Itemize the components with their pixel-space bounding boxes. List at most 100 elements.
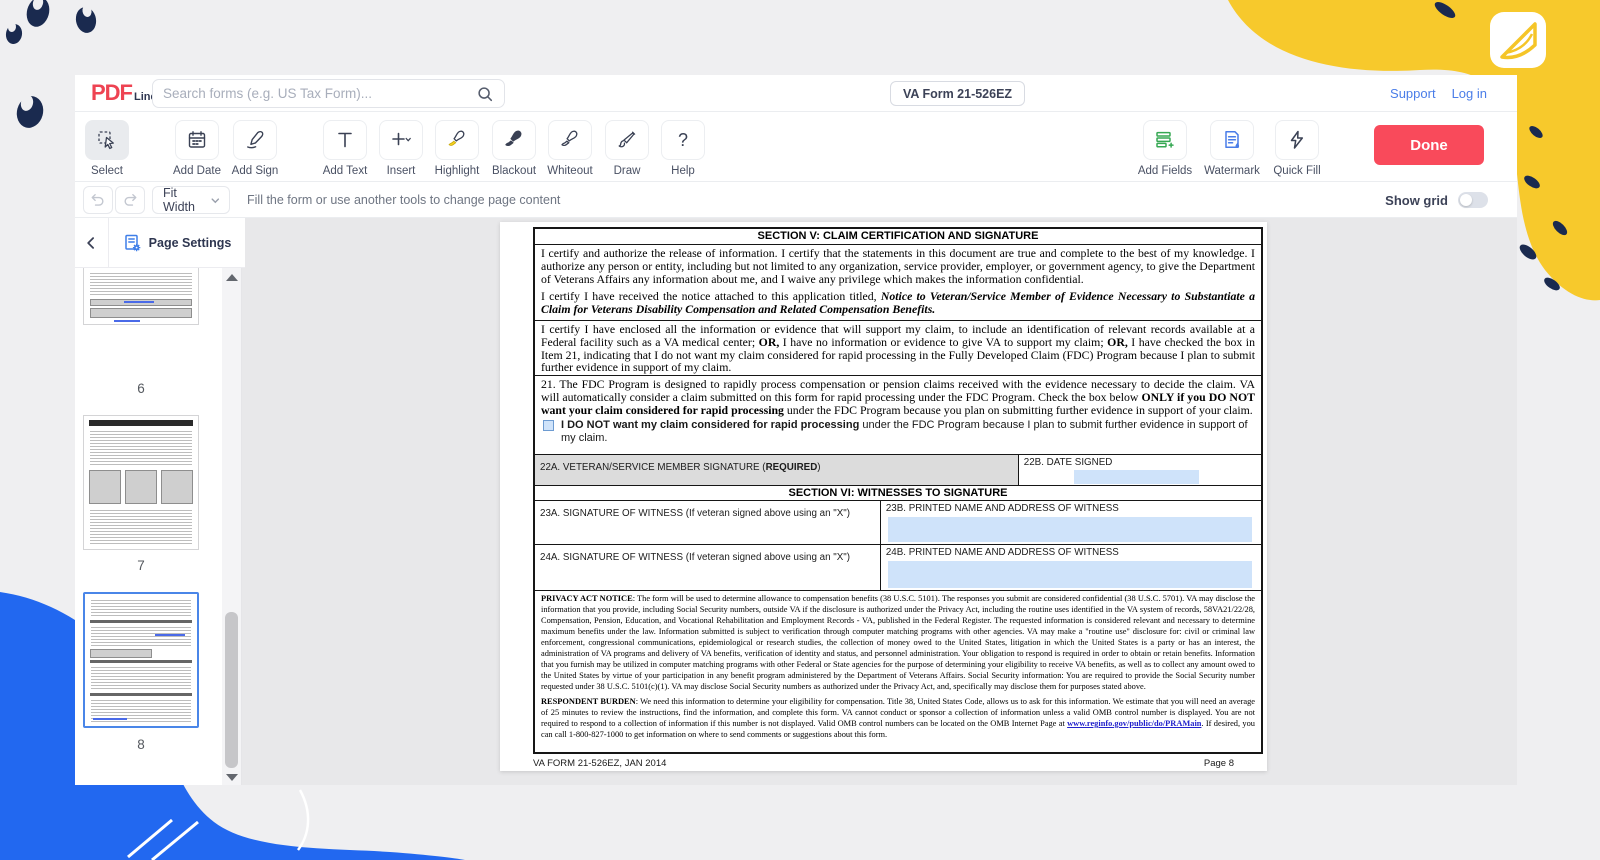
lightning-icon bbox=[1275, 120, 1319, 160]
tool-label: Add Date bbox=[173, 165, 221, 177]
show-grid-control: Show grid bbox=[1385, 182, 1488, 218]
tool-label: Select bbox=[91, 165, 123, 177]
va-form-table: SECTION V: CLAIM CERTIFICATION AND SIGNA… bbox=[533, 227, 1263, 754]
section-v-header: SECTION V: CLAIM CERTIFICATION AND SIGNA… bbox=[535, 229, 1261, 244]
scroll-down-arrow[interactable] bbox=[226, 774, 238, 781]
page-settings-label: Page Settings bbox=[149, 236, 232, 250]
zoom-mode-dropdown[interactable]: Fit Width bbox=[152, 186, 230, 214]
search-form bbox=[152, 79, 505, 108]
tool-add-text[interactable]: Add Text bbox=[317, 120, 373, 177]
sidebar-scrollbar[interactable] bbox=[222, 268, 242, 785]
tool-help[interactable]: ? Help bbox=[655, 120, 711, 177]
collapse-sidebar-button[interactable] bbox=[77, 228, 105, 258]
tool-highlight[interactable]: Highlight bbox=[429, 120, 485, 177]
tool-label: Draw bbox=[614, 165, 641, 177]
tool-add-fields[interactable]: Add Fields bbox=[1134, 120, 1196, 177]
fdc-opt-out-checkbox[interactable] bbox=[543, 420, 554, 431]
tool-insert[interactable]: Insert bbox=[373, 120, 429, 177]
tool-quick-fill[interactable]: Quick Fill bbox=[1266, 120, 1328, 177]
blackout-brush-icon bbox=[492, 120, 536, 160]
tool-label: Blackout bbox=[492, 165, 536, 177]
undo-button[interactable] bbox=[83, 186, 113, 214]
page-settings-tab[interactable]: Page Settings bbox=[108, 218, 245, 268]
brand-corner-icon bbox=[1490, 12, 1546, 68]
page-thumbnail-8[interactable] bbox=[83, 592, 199, 728]
done-button[interactable]: Done bbox=[1374, 125, 1484, 165]
scrollbar-thumb[interactable] bbox=[225, 612, 238, 768]
tool-draw[interactable]: Draw bbox=[599, 120, 655, 177]
tool-blackout[interactable]: Blackout bbox=[486, 120, 542, 177]
content-area: Page Settings 6 7 bbox=[75, 218, 1517, 785]
toggle-knob bbox=[1460, 194, 1472, 206]
witness-row-24: 24A. SIGNATURE OF WITNESS (If veteran si… bbox=[535, 544, 1261, 590]
page-thumbnail-7[interactable] bbox=[83, 415, 199, 550]
tool-select[interactable]: Select bbox=[79, 120, 135, 177]
page-number-6: 6 bbox=[75, 381, 207, 396]
highlight-brush-icon bbox=[435, 120, 479, 160]
pen-sign-icon bbox=[233, 120, 277, 160]
form-number-footer: VA FORM 21-526EZ, JAN 2014 bbox=[533, 758, 666, 769]
text-icon bbox=[323, 120, 367, 160]
tool-watermark[interactable]: Watermark bbox=[1201, 120, 1263, 177]
date-signed-cell: 22B. DATE SIGNED bbox=[1018, 455, 1261, 485]
fdc-opt-out-row: I DO NOT want my claim considered for ra… bbox=[541, 419, 1255, 445]
show-grid-toggle[interactable] bbox=[1458, 192, 1488, 208]
signature-row: 22A. VETERAN/SERVICE MEMBER SIGNATURE (R… bbox=[535, 454, 1261, 485]
page-settings-icon bbox=[123, 234, 142, 253]
tool-label: Watermark bbox=[1204, 165, 1260, 177]
section-vi-header: SECTION VI: WITNESSES TO SIGNATURE bbox=[535, 485, 1261, 500]
chevron-down-icon bbox=[210, 195, 221, 206]
pramain-link[interactable]: www.reginfo.gov/public/do/PRAMain bbox=[1067, 719, 1201, 728]
tool-label: Add Sign bbox=[232, 165, 279, 177]
show-grid-label: Show grid bbox=[1385, 193, 1448, 208]
tool-add-date[interactable]: Add Date bbox=[168, 120, 226, 177]
privacy-act-cell: PRIVACY ACT NOTICE: The form will be use… bbox=[535, 590, 1261, 752]
toolbar-hint-text: Fill the form or use another tools to ch… bbox=[247, 182, 560, 218]
page-thumbnails-panel: 6 7 8 bbox=[75, 268, 222, 785]
search-input[interactable] bbox=[153, 86, 476, 101]
draw-brush-icon bbox=[605, 120, 649, 160]
witness-23b-cell: 23B. PRINTED NAME AND ADDRESS OF WITNESS bbox=[880, 501, 1261, 544]
tool-label: Quick Fill bbox=[1273, 165, 1320, 177]
pdfliner-logo[interactable]: PDF Liner bbox=[91, 80, 161, 106]
watermark-icon bbox=[1210, 120, 1254, 160]
document-page: SECTION V: CLAIM CERTIFICATION AND SIGNA… bbox=[500, 222, 1267, 771]
scroll-up-arrow[interactable] bbox=[226, 274, 238, 281]
help-icon: ? bbox=[661, 120, 705, 160]
main-toolbar: Select Add Date Add Sign Add Text Insert bbox=[75, 112, 1517, 182]
tool-label: Add Text bbox=[323, 165, 368, 177]
fdc-opt-out-text: I DO NOT want my claim considered for ra… bbox=[561, 419, 1255, 445]
date-signed-input[interactable] bbox=[1074, 470, 1199, 484]
logo-pdf-text: PDF bbox=[91, 80, 132, 106]
witness-24b-input[interactable] bbox=[888, 561, 1252, 588]
zoom-mode-value: Fit Width bbox=[163, 186, 210, 214]
search-icon[interactable] bbox=[476, 85, 494, 103]
evidence-paragraph: I certify I have enclosed all the inform… bbox=[535, 320, 1261, 375]
app-header: PDF Liner VA Form 21-526EZ Support Log i… bbox=[75, 75, 1517, 112]
support-link[interactable]: Support bbox=[1390, 86, 1436, 101]
page-thumbnail-6[interactable] bbox=[83, 268, 199, 325]
tool-whiteout[interactable]: Whiteout bbox=[542, 120, 598, 177]
login-link[interactable]: Log in bbox=[1452, 86, 1487, 101]
sidebar-header: Page Settings bbox=[75, 218, 245, 268]
page-number-7: 7 bbox=[75, 558, 207, 573]
add-fields-icon bbox=[1143, 120, 1187, 160]
page-number-footer: Page 8 bbox=[1204, 758, 1234, 769]
redo-button[interactable] bbox=[115, 186, 145, 214]
app-window: PDF Liner VA Form 21-526EZ Support Log i… bbox=[75, 75, 1517, 785]
whiteout-brush-icon bbox=[548, 120, 592, 160]
calendar-icon bbox=[175, 120, 219, 160]
select-icon bbox=[85, 120, 129, 160]
form-footer: VA FORM 21-526EZ, JAN 2014 Page 8 bbox=[533, 758, 1234, 769]
certification-paragraphs: I certify and authorize the release of i… bbox=[535, 244, 1261, 320]
witness-24a-signature-cell[interactable]: 24A. SIGNATURE OF WITNESS (If veteran si… bbox=[535, 545, 880, 590]
tool-add-sign[interactable]: Add Sign bbox=[226, 120, 284, 177]
witness-23a-signature-cell[interactable]: 23A. SIGNATURE OF WITNESS (If veteran si… bbox=[535, 501, 880, 544]
tool-label: Add Fields bbox=[1138, 165, 1192, 177]
witness-23b-input[interactable] bbox=[888, 517, 1252, 542]
plus-icon bbox=[379, 120, 423, 160]
page-number-8: 8 bbox=[75, 737, 207, 752]
veteran-signature-field[interactable]: 22A. VETERAN/SERVICE MEMBER SIGNATURE (R… bbox=[535, 455, 1018, 485]
form-title-badge: VA Form 21-526EZ bbox=[890, 81, 1025, 106]
header-links: Support Log in bbox=[1390, 75, 1487, 112]
